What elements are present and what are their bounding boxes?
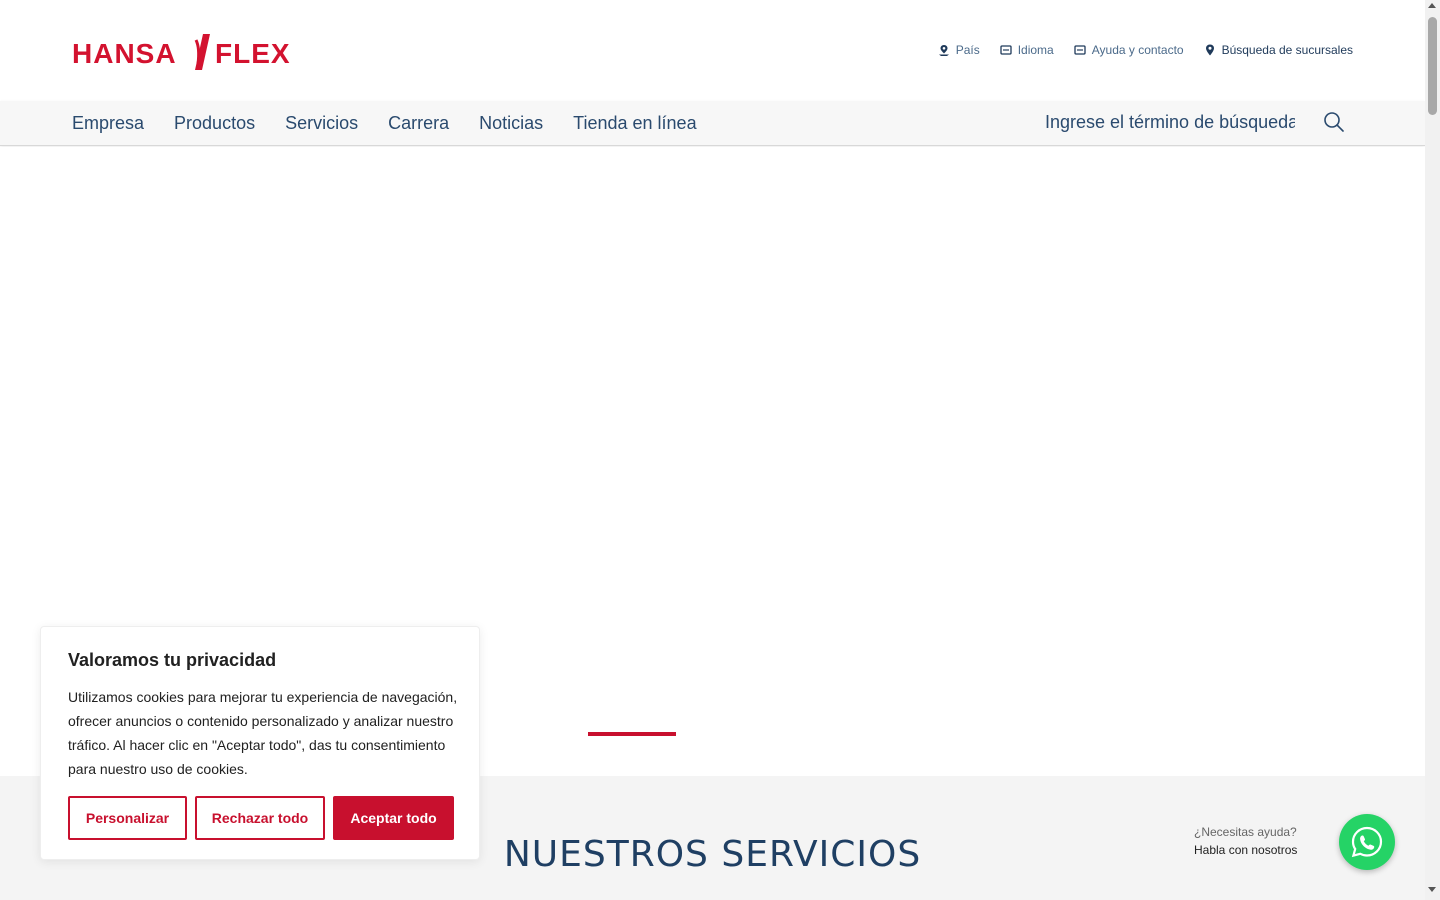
page-scrollbar[interactable] [1425, 0, 1440, 900]
top-header: HANSA FLEX País Idioma Ayuda y contacto … [0, 0, 1425, 101]
meta-link-country-label: País [955, 43, 980, 57]
cookie-title: Valoramos tu privacidad [68, 650, 277, 670]
nav-item-tienda[interactable]: Tienda en línea [573, 113, 696, 134]
meta-link-help-label: Ayuda y contacto [1091, 43, 1184, 57]
nav-item-empresa[interactable]: Empresa [72, 113, 144, 134]
hansa-flex-logo[interactable]: HANSA FLEX [72, 34, 302, 70]
whatsapp-button[interactable] [1339, 814, 1395, 870]
location-pin-icon [1205, 44, 1214, 56]
search-area [1045, 111, 1345, 133]
nav-items: Empresa Productos Servicios Carrera Noti… [72, 113, 697, 134]
meta-link-language[interactable]: Idioma [1000, 43, 1054, 57]
cookie-text: Utilizamos cookies para mejorar tu exper… [68, 689, 458, 777]
nav-item-carrera[interactable]: Carrera [388, 113, 449, 134]
meta-link-help[interactable]: Ayuda y contacto [1074, 43, 1184, 57]
search-input[interactable] [1045, 111, 1295, 133]
whatsapp-help-question: ¿Necesitas ayuda? [1194, 825, 1297, 839]
whatsapp-help-bubble[interactable]: ¿Necesitas ayuda? Habla con nosotros [1180, 818, 1330, 868]
meta-links: País Idioma Ayuda y contacto Búsqueda de… [938, 43, 1353, 57]
reject-all-button[interactable]: Rechazar todo [195, 796, 325, 840]
whatsapp-help-cta: Habla con nosotros [1194, 843, 1298, 857]
nav-item-servicios[interactable]: Servicios [285, 113, 358, 134]
slider-active-indicator[interactable] [588, 732, 676, 736]
nav-item-productos[interactable]: Productos [174, 113, 255, 134]
cookie-buttons: Personalizar Rechazar todo Aceptar todo [68, 796, 454, 840]
nav-item-noticias[interactable]: Noticias [479, 113, 543, 134]
help-contact-icon [1074, 45, 1086, 55]
customize-button[interactable]: Personalizar [68, 796, 187, 840]
meta-link-language-label: Idioma [1017, 43, 1054, 57]
meta-link-branch-search-label: Búsqueda de sucursales [1221, 43, 1353, 57]
logo-text-right: FLEX [215, 38, 291, 69]
logo-text-left: HANSA [72, 38, 177, 69]
language-icon [1000, 45, 1012, 55]
cookie-banner: Valoramos tu privacidad Utilizamos cooki… [40, 626, 480, 860]
scroll-up-arrow-icon[interactable] [1428, 3, 1436, 8]
logo-slash-icon [194, 34, 210, 70]
meta-link-branch-search[interactable]: Búsqueda de sucursales [1204, 43, 1353, 57]
scroll-thumb[interactable] [1428, 17, 1437, 115]
main-nav: Empresa Productos Servicios Carrera Noti… [0, 101, 1425, 146]
country-pin-icon [938, 45, 949, 56]
search-icon[interactable] [1323, 111, 1345, 133]
meta-link-country[interactable]: País [938, 43, 980, 57]
accept-all-button[interactable]: Aceptar todo [333, 796, 454, 840]
whatsapp-icon [1351, 826, 1383, 858]
scroll-down-arrow-icon[interactable] [1428, 887, 1436, 892]
